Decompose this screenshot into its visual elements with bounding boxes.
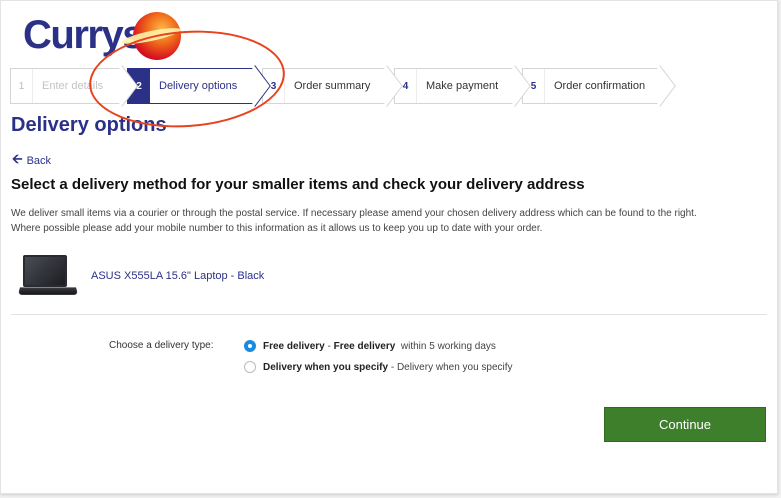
intro-text: We deliver small items via a courier or … [11, 206, 771, 236]
step-make-payment[interactable]: 4 Make payment [394, 65, 531, 107]
divider [11, 314, 767, 315]
option-suffix: within 5 working days [395, 340, 496, 352]
back-link[interactable]: 🡨 Back [12, 150, 51, 172]
option-title: Free delivery [263, 340, 325, 352]
option-title: Delivery when you specify [263, 361, 389, 373]
back-label: Back [26, 155, 52, 167]
delivery-option-specify[interactable]: Delivery when you specify - Delivery whe… [244, 361, 513, 373]
step-number: 1 [11, 69, 33, 103]
continue-button[interactable]: Continue [604, 407, 766, 442]
delivery-option-free[interactable]: Free delivery - Free delivery within 5 w… [244, 340, 496, 352]
step-label: Order confirmation [554, 80, 646, 92]
option-detail-bold: Free delivery [333, 340, 396, 352]
product-name-link[interactable]: ASUS X555LA 15.6" Laptop - Black [91, 270, 264, 282]
product-row: ASUS X555LA 15.6" Laptop - Black [17, 253, 264, 299]
option-detail: - Delivery when you specify [388, 361, 513, 373]
option-separator: - [324, 340, 334, 352]
step-label: Order summary [294, 80, 371, 92]
step-label: Make payment [426, 80, 499, 92]
radio-selected-icon[interactable] [244, 340, 256, 352]
laptop-thumbnail[interactable] [17, 253, 79, 299]
delivery-type-label: Choose a delivery type: [109, 340, 214, 351]
arrow-left-icon: 🡨 [12, 151, 23, 166]
checkout-page: Currys 1 Enter details 2 Delivery option… [0, 0, 778, 494]
step-order-confirmation[interactable]: 5 Order confirmation [522, 65, 676, 107]
step-chevron [644, 65, 676, 107]
intro-line-1: We deliver small items via a courier or … [11, 208, 697, 219]
radio-unselected-icon[interactable] [244, 361, 256, 373]
intro-line-2: Where possible please add your mobile nu… [11, 223, 543, 234]
section-title: Select a delivery method for your smalle… [11, 176, 585, 193]
